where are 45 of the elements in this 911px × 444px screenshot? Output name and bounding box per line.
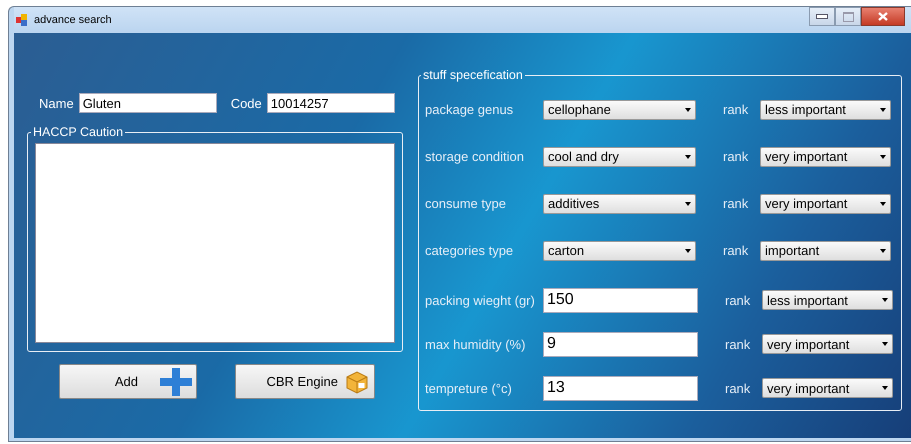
value-field[interactable]: 13: [543, 376, 698, 400]
dropdown[interactable]: carton: [543, 240, 696, 260]
engine-button[interactable]: CBR Engine: [235, 364, 375, 399]
field-label: max humidity (%): [425, 336, 526, 352]
name-field[interactable]: Gluten: [78, 93, 217, 113]
minimize-icon: [816, 14, 828, 19]
field-label: categories type: [425, 243, 514, 258]
rank-label: rank: [723, 102, 750, 117]
rank-label: rank: [723, 149, 750, 164]
dropdown[interactable]: cool and dry: [543, 146, 696, 166]
rank-dropdown[interactable]: less important: [762, 290, 893, 310]
field-label: tempreture (°c): [425, 380, 513, 396]
field-label: storage condition: [425, 149, 526, 164]
add-button[interactable]: Add: [59, 364, 197, 399]
rank-dropdown[interactable]: very important: [760, 146, 891, 166]
rank-label: rank: [725, 292, 752, 308]
rank-dropdown[interactable]: very important: [762, 334, 893, 354]
field-label: consume type: [425, 196, 507, 211]
rank-dropdown[interactable]: very important: [760, 194, 891, 214]
value-field[interactable]: 9: [543, 332, 698, 356]
dropdown[interactable]: additives: [543, 194, 696, 214]
field-label: packing wieght (gr): [425, 292, 536, 308]
value-field[interactable]: 150: [543, 288, 698, 312]
rank-dropdown[interactable]: less important: [760, 100, 891, 120]
close-button[interactable]: [861, 7, 905, 26]
group-title: stuff specefication: [422, 68, 524, 82]
rank-dropdown[interactable]: important: [760, 240, 891, 260]
window-title: advance search: [34, 14, 113, 26]
field-label: package genus: [425, 102, 514, 117]
code-label: Code: [230, 96, 262, 110]
minimize-button[interactable]: [809, 7, 835, 26]
group-title: HACCP Caution: [32, 125, 124, 139]
box-icon: [344, 368, 370, 394]
rank-label: rank: [723, 196, 750, 211]
name-label: Name: [39, 96, 74, 110]
maximize-icon: [842, 12, 854, 22]
rank-label: rank: [725, 336, 752, 352]
plus-icon: [160, 368, 192, 396]
code-field[interactable]: 10014257: [266, 93, 395, 113]
rank-label: rank: [723, 243, 750, 258]
app-icon: [16, 14, 28, 26]
rank-label: rank: [725, 380, 752, 396]
rank-dropdown[interactable]: very important: [762, 378, 893, 398]
dropdown[interactable]: cellophane: [543, 100, 696, 120]
close-icon: [878, 12, 888, 21]
